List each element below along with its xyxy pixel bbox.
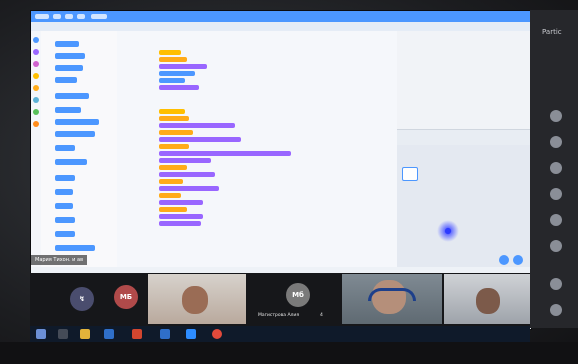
stage-canvas[interactable] bbox=[397, 31, 531, 130]
code-block[interactable] bbox=[159, 151, 291, 156]
code-block[interactable] bbox=[159, 123, 235, 128]
participant-video[interactable] bbox=[342, 274, 442, 324]
category-sound[interactable] bbox=[33, 61, 39, 67]
participant-video[interactable] bbox=[444, 274, 530, 324]
pen-drawing bbox=[437, 220, 459, 242]
code-block[interactable] bbox=[159, 137, 241, 142]
category-variables[interactable] bbox=[33, 121, 39, 127]
avatar bbox=[550, 110, 562, 122]
code-block[interactable] bbox=[159, 130, 193, 135]
participant-initials-tile[interactable]: МБ bbox=[114, 285, 138, 309]
category-looks[interactable] bbox=[33, 49, 39, 55]
palette-block[interactable] bbox=[55, 131, 95, 137]
zoom-icon[interactable] bbox=[186, 329, 196, 339]
word-icon[interactable] bbox=[160, 329, 170, 339]
participant-face bbox=[476, 288, 500, 314]
palette-block[interactable] bbox=[55, 119, 99, 125]
palette-block[interactable] bbox=[55, 77, 77, 83]
palette-block[interactable] bbox=[55, 189, 73, 195]
add-sprite-icon[interactable] bbox=[513, 255, 523, 265]
participant-face bbox=[182, 286, 208, 314]
palette-block[interactable] bbox=[55, 145, 75, 151]
code-block[interactable] bbox=[159, 200, 203, 205]
palette-block[interactable] bbox=[55, 159, 87, 165]
code-block[interactable] bbox=[159, 186, 219, 191]
sprite-thumbnail[interactable] bbox=[402, 167, 418, 181]
windows-start-icon[interactable] bbox=[36, 329, 46, 339]
code-block[interactable] bbox=[159, 158, 211, 163]
headphones-icon bbox=[368, 288, 416, 301]
palette-block[interactable] bbox=[55, 65, 83, 71]
palette-block[interactable] bbox=[55, 203, 73, 209]
edit-menu[interactable] bbox=[77, 14, 85, 19]
block-palette bbox=[41, 31, 118, 267]
code-block[interactable] bbox=[159, 165, 187, 170]
participants-title: Partic bbox=[542, 28, 562, 36]
mic-status: 4 bbox=[320, 313, 323, 318]
code-block[interactable] bbox=[159, 179, 183, 184]
code-block[interactable] bbox=[159, 85, 199, 90]
desk-edge bbox=[0, 342, 578, 364]
avatar bbox=[550, 214, 562, 226]
avatar bbox=[550, 188, 562, 200]
palette-block[interactable] bbox=[55, 41, 79, 47]
palette-block[interactable] bbox=[55, 175, 75, 181]
code-block[interactable] bbox=[159, 221, 201, 226]
code-block[interactable] bbox=[159, 116, 189, 121]
avatar bbox=[550, 240, 562, 252]
category-control[interactable] bbox=[33, 85, 39, 91]
avatar bbox=[550, 304, 562, 316]
hat-block[interactable] bbox=[159, 50, 181, 55]
palette-block[interactable] bbox=[55, 217, 75, 223]
category-sensing[interactable] bbox=[33, 97, 39, 103]
search-icon[interactable] bbox=[58, 329, 68, 339]
category-motion[interactable] bbox=[33, 37, 39, 43]
code-block[interactable] bbox=[159, 71, 195, 76]
mail-icon[interactable] bbox=[104, 329, 114, 339]
hat-block[interactable] bbox=[159, 109, 185, 114]
participant-video[interactable] bbox=[148, 274, 246, 324]
code-block[interactable] bbox=[159, 207, 187, 212]
sprite-pane bbox=[397, 145, 531, 267]
code-block[interactable] bbox=[159, 214, 203, 219]
palette-block[interactable] bbox=[55, 93, 89, 99]
powerpoint-icon[interactable] bbox=[132, 329, 142, 339]
code-block[interactable] bbox=[159, 193, 181, 198]
code-block[interactable] bbox=[159, 57, 187, 62]
code-workspace[interactable] bbox=[117, 31, 397, 267]
globe-icon[interactable] bbox=[53, 14, 61, 19]
palette-block[interactable] bbox=[55, 245, 95, 251]
category-events[interactable] bbox=[33, 73, 39, 79]
code-block[interactable] bbox=[159, 78, 185, 83]
participant-name: Магистрова Алия bbox=[258, 313, 300, 318]
avatar bbox=[550, 136, 562, 148]
category-operators[interactable] bbox=[33, 109, 39, 115]
file-explorer-icon[interactable] bbox=[80, 329, 90, 339]
file-menu[interactable] bbox=[65, 14, 73, 19]
video-off-icon[interactable]: ↯ bbox=[70, 287, 94, 311]
presenter-name-label: Мария Тихон. и ав bbox=[31, 255, 88, 265]
participant-initials-tile[interactable]: Мб bbox=[286, 283, 310, 307]
participants-panel: Partic bbox=[530, 10, 578, 328]
chrome-icon[interactable] bbox=[212, 329, 222, 339]
tutorials-menu[interactable] bbox=[91, 14, 107, 19]
palette-block[interactable] bbox=[55, 231, 75, 237]
scratch-logo-icon[interactable] bbox=[35, 14, 49, 19]
avatar bbox=[550, 162, 562, 174]
code-block[interactable] bbox=[159, 172, 215, 177]
scratch-menu-bar bbox=[31, 11, 531, 22]
palette-block[interactable] bbox=[55, 53, 85, 59]
add-backdrop-icon[interactable] bbox=[499, 255, 509, 265]
avatar bbox=[550, 278, 562, 290]
stage-area bbox=[397, 31, 531, 267]
code-block[interactable] bbox=[159, 64, 207, 69]
palette-block[interactable] bbox=[55, 107, 81, 113]
code-block[interactable] bbox=[159, 144, 189, 149]
